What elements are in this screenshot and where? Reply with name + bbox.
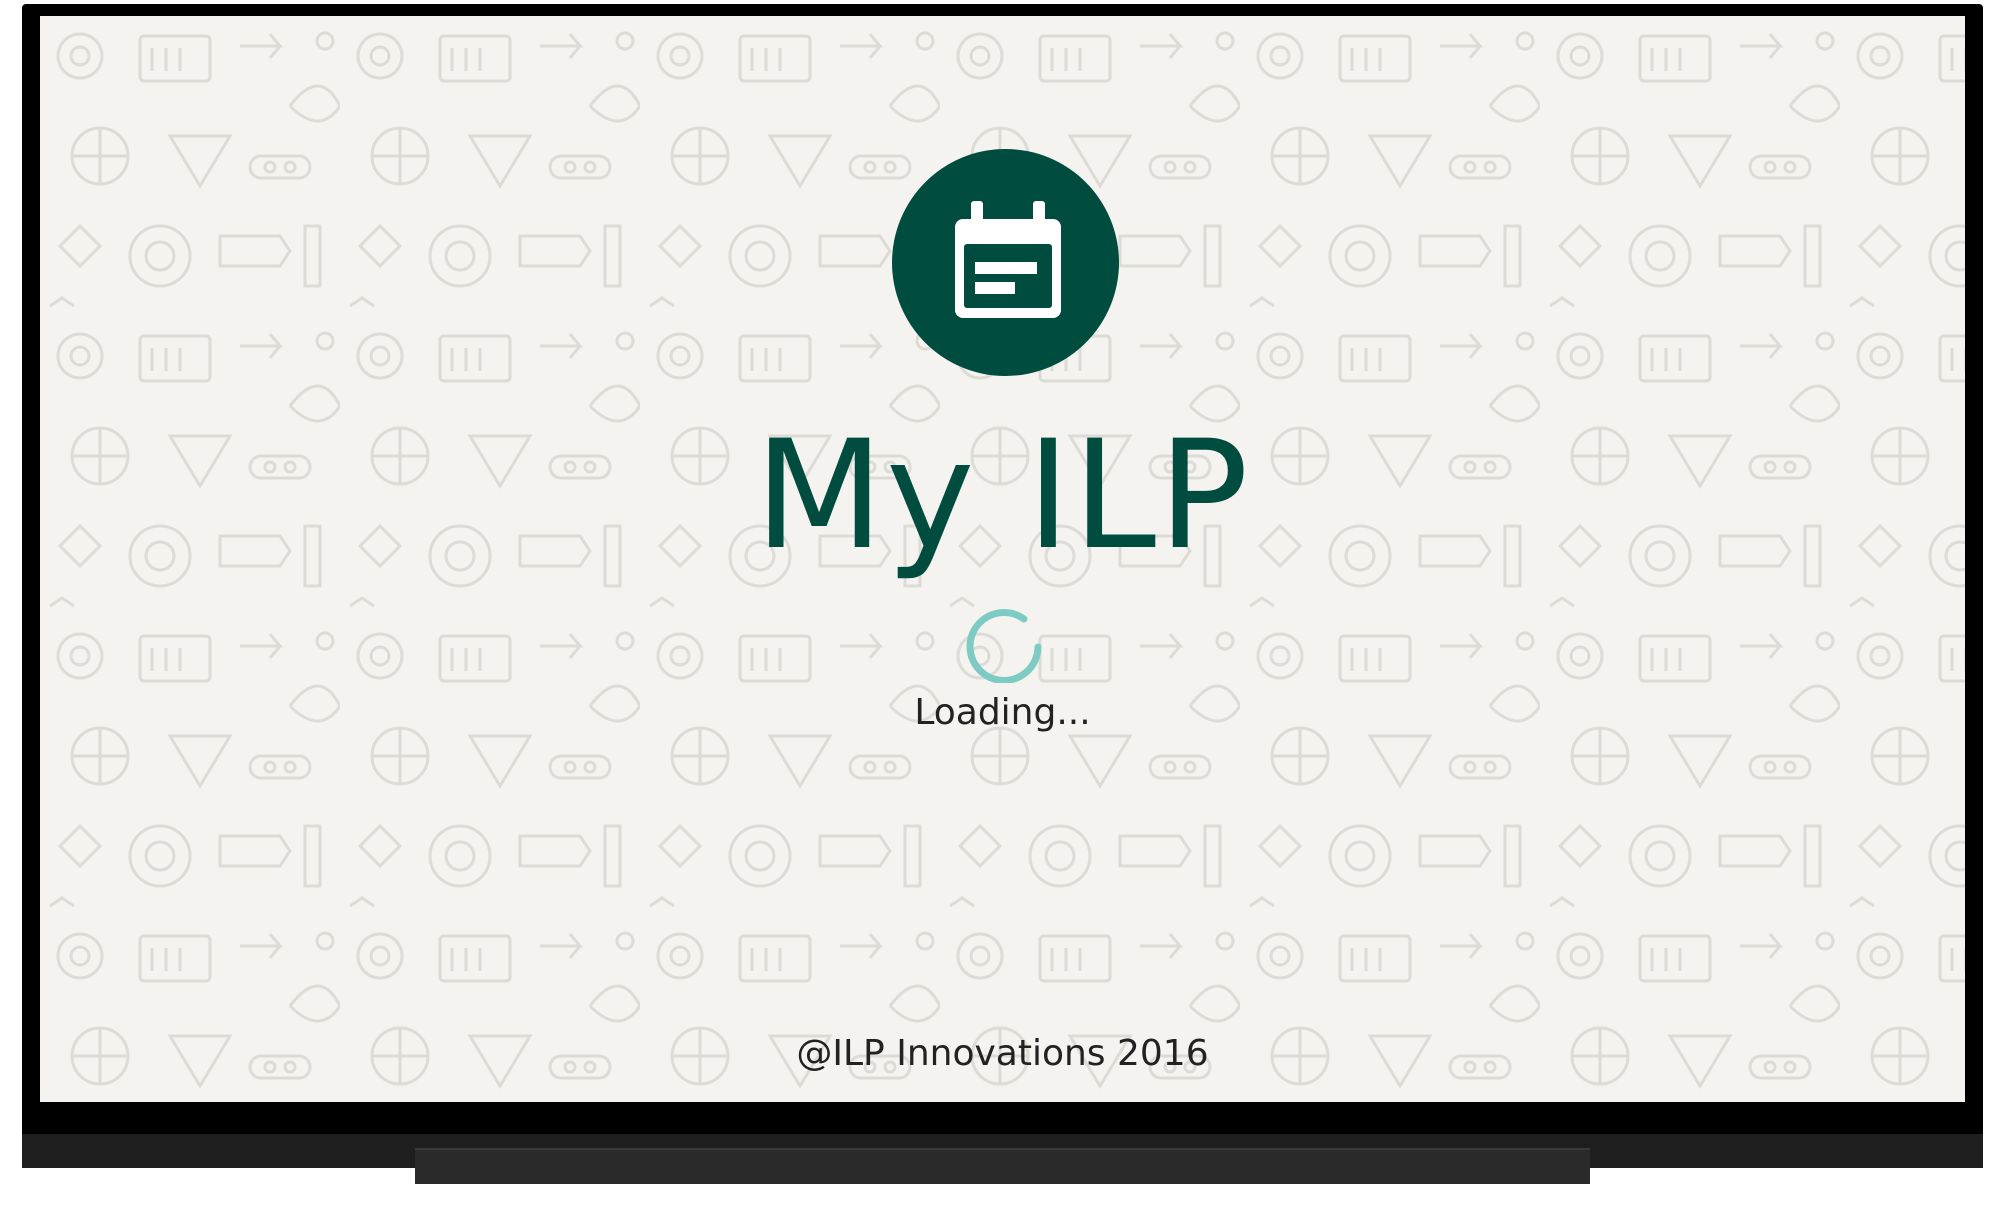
copyright-footer: @ILP Innovations 2016 [796,1033,1209,1074]
app-title: My ILP [754,409,1251,583]
calendar-icon [955,201,1061,318]
loading-label: Loading... [914,692,1091,733]
splash-screen: My ILP Loading... @ILP Innovations 2016 [40,16,1965,1102]
app-logo [892,149,1119,376]
loading-spinner-icon [966,609,1042,683]
tv-stand [415,1148,1590,1184]
